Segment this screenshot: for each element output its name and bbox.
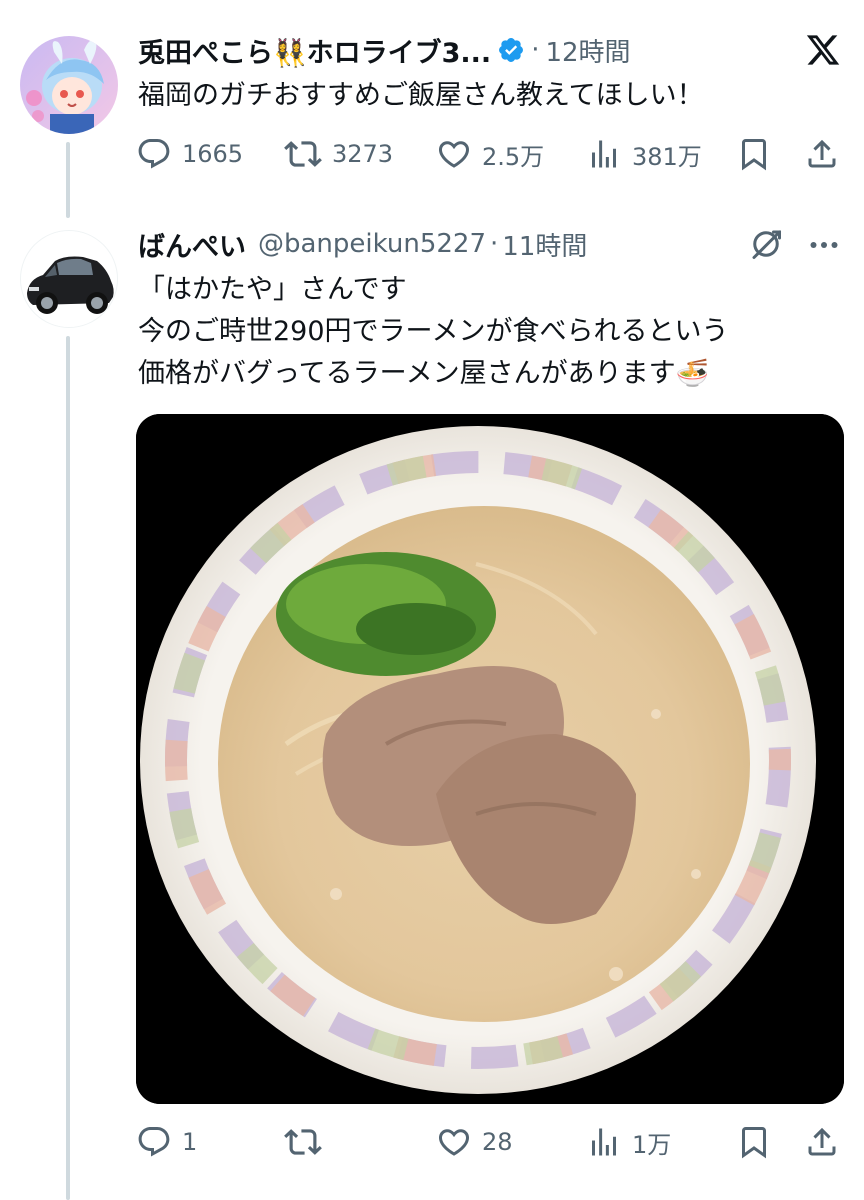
share-icon [808, 139, 836, 168]
avatar[interactable] [20, 230, 118, 328]
avatar-image [21, 231, 117, 327]
separator-dot: · [531, 35, 540, 65]
like-count: 2.5万 [482, 142, 545, 171]
reply-icon [138, 139, 170, 169]
avatar-image [20, 36, 118, 134]
tweet-photo[interactable] [136, 414, 844, 1104]
display-name[interactable]: 兎田ぺこら👯‍♀️ホロライブ3... [138, 31, 491, 70]
reply-count: 1 [182, 1128, 198, 1156]
like-button[interactable]: 28 [436, 1122, 513, 1162]
tweet-text-line: 今のご時世290円でラーメンが食べられるという [138, 316, 729, 347]
bookmark-icon [742, 1127, 766, 1159]
reply-button[interactable]: 1665 [136, 134, 243, 174]
retweet-button[interactable] [284, 1122, 322, 1162]
grok-icon[interactable] [748, 226, 784, 262]
timestamp[interactable]: 12時間 [545, 32, 630, 69]
retweet-count: 3273 [332, 140, 394, 168]
tweet-header: ばんぺい @banpeikun5227 · 11時間 [138, 224, 587, 264]
more-icon[interactable] [806, 230, 842, 260]
reply-count: 1665 [182, 140, 244, 168]
tweet-header: 兎田ぺこら👯‍♀️ホロライブ3... · 12時間 [138, 30, 631, 70]
views-button[interactable]: 381万 [586, 134, 702, 174]
views-icon [592, 140, 616, 168]
reply-icon [138, 1127, 170, 1157]
display-name[interactable]: ばんぺい [138, 225, 246, 264]
views-count: 1万 [632, 1130, 672, 1159]
like-icon [438, 1129, 470, 1156]
thread-connector [66, 336, 70, 1200]
verified-badge-icon [497, 36, 525, 64]
views-count: 381万 [632, 142, 702, 171]
retweet-icon [284, 141, 322, 167]
retweet-icon [284, 1129, 322, 1155]
tweet-text-line: 価格がバグってるラーメン屋さんがあります🍜 [138, 358, 710, 389]
tweet-actions: 1665 3273 2.5万 381万 [0, 134, 864, 174]
user-handle[interactable]: @banpeikun5227 [258, 229, 486, 259]
reply-button[interactable]: 1 [136, 1122, 197, 1162]
share-icon [808, 1127, 836, 1156]
share-button[interactable] [804, 134, 840, 174]
bookmark-button[interactable] [736, 1122, 772, 1162]
views-button[interactable]: 1万 [586, 1122, 671, 1162]
timestamp[interactable]: 11時間 [502, 226, 587, 263]
x-logo-icon[interactable] [804, 32, 842, 68]
separator-dot: · [490, 229, 499, 259]
bookmark-button[interactable] [736, 134, 772, 174]
views-icon [592, 1128, 616, 1156]
like-icon [438, 141, 470, 168]
like-count: 28 [482, 1128, 513, 1156]
like-button[interactable]: 2.5万 [436, 134, 544, 174]
bookmark-icon [742, 139, 766, 171]
avatar[interactable] [20, 36, 118, 134]
tweet-actions: 1 28 1万 [0, 1122, 864, 1162]
share-button[interactable] [804, 1122, 840, 1162]
tweet-text-line: 「はかたや」さんです [138, 274, 407, 305]
ramen-bowl-image [136, 414, 844, 1104]
retweet-button[interactable]: 3273 [284, 134, 393, 174]
tweet-text: 福岡のガチおすすめご飯屋さん教えてほしい！ [138, 80, 704, 111]
thread-view: 兎田ぺこら👯‍♀️ホロライブ3... · 12時間 福岡のガチおすすめご飯屋さん… [0, 0, 864, 1200]
